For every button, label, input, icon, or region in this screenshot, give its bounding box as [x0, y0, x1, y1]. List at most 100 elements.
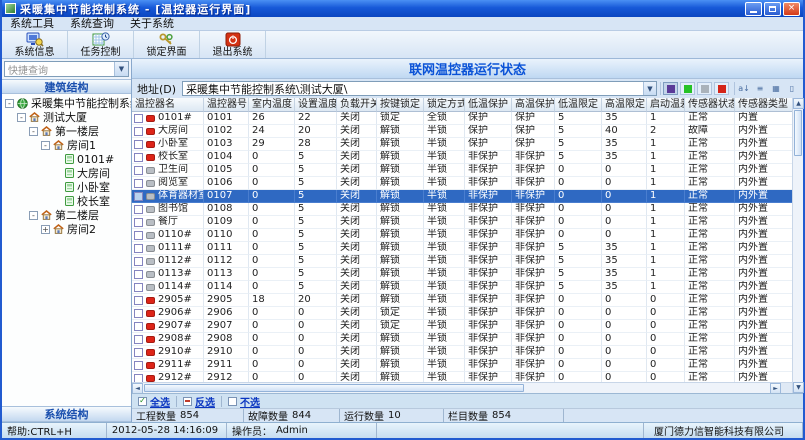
- tree-expander-icon[interactable]: -: [5, 99, 14, 108]
- minimize-button[interactable]: [745, 2, 762, 16]
- tree-expander-icon[interactable]: +: [41, 225, 50, 234]
- row-checkbox[interactable]: [134, 257, 143, 266]
- row-checkbox[interactable]: [134, 244, 143, 253]
- row-checkbox[interactable]: [134, 361, 143, 370]
- lock-screen-button[interactable]: 锁定界面: [134, 31, 200, 58]
- horizontal-scroll-thumb[interactable]: [144, 384, 524, 392]
- tree-expander-icon[interactable]: -: [41, 141, 50, 150]
- menu-item-0[interactable]: 系统工具: [2, 17, 62, 31]
- column-header-sensortype[interactable]: 传感器类型: [735, 98, 793, 112]
- filter-fault-button[interactable]: [714, 82, 729, 95]
- row-checkbox[interactable]: [134, 179, 143, 188]
- table-row[interactable]: 2910#291000关闭解锁半锁非保护非保护000正常内外置: [132, 346, 792, 359]
- row-checkbox[interactable]: [134, 127, 143, 136]
- column-header-id[interactable]: 温控器号: [204, 98, 249, 112]
- column-header-load[interactable]: 负载开关: [337, 98, 377, 112]
- system-structure-tab[interactable]: 系统结构: [2, 406, 131, 422]
- row-checkbox[interactable]: [134, 192, 143, 201]
- column-header-highlim[interactable]: 高温限定: [602, 98, 647, 112]
- column-header-highprot[interactable]: 高温保护: [512, 98, 555, 112]
- row-checkbox[interactable]: [134, 309, 143, 318]
- invert-selection-button[interactable]: 反选: [183, 394, 215, 409]
- row-checkbox[interactable]: [134, 296, 143, 305]
- tree-item[interactable]: -采暖集中节能控制系统: [2, 96, 131, 110]
- close-button[interactable]: ×: [783, 2, 800, 16]
- grid-view-icon[interactable]: ▦: [769, 82, 783, 95]
- table-row[interactable]: 校长室010405关闭解锁半锁非保护非保护5351正常内外置: [132, 151, 792, 164]
- row-checkbox[interactable]: [134, 283, 143, 292]
- tree-item[interactable]: 0101#: [2, 152, 131, 166]
- filter-off-button[interactable]: [697, 82, 712, 95]
- table-row[interactable]: 2905#29051820关闭解锁半锁非保护非保护000正常内外置: [132, 294, 792, 307]
- table-row[interactable]: 2911#291100关闭解锁半锁非保护非保护000正常内外置: [132, 359, 792, 372]
- column-header-startdiff[interactable]: 启动温差: [647, 98, 685, 112]
- system-info-button[interactable]: 系统信息: [2, 31, 68, 58]
- table-row[interactable]: 2906#290600关闭锁定半锁非保护非保护000正常内外置: [132, 307, 792, 320]
- table-row[interactable]: 0113#011305关闭解锁半锁非保护非保护5351正常内外置: [132, 268, 792, 281]
- table-row[interactable]: 阅览室010605关闭解锁半锁非保护非保护001正常内外置: [132, 177, 792, 190]
- exit-system-button[interactable]: 退出系统: [200, 31, 266, 58]
- scroll-up-icon[interactable]: ▲: [793, 98, 804, 109]
- table-row[interactable]: 2907#290700关闭锁定半锁非保护非保护000正常内外置: [132, 320, 792, 333]
- tree-expander-icon[interactable]: -: [17, 113, 26, 122]
- row-checkbox[interactable]: [134, 270, 143, 279]
- row-checkbox[interactable]: [134, 153, 143, 162]
- menu-item-1[interactable]: 系统查询: [62, 17, 122, 31]
- tree-item[interactable]: -房间1: [2, 138, 131, 152]
- column-header-indoor[interactable]: 室内温度: [249, 98, 295, 112]
- column-header-sensorstat[interactable]: 传感器状态: [685, 98, 735, 112]
- vertical-scrollbar[interactable]: ▲ ▼: [792, 98, 803, 393]
- column-header-set[interactable]: 设置温度: [295, 98, 337, 112]
- horizontal-scrollbar[interactable]: ◄ ►: [132, 382, 792, 393]
- list-view-icon[interactable]: ≡: [753, 82, 767, 95]
- delete-icon[interactable]: ▯: [785, 82, 799, 95]
- table-row[interactable]: 餐厅010905关闭解锁半锁非保护非保护001正常内外置: [132, 216, 792, 229]
- scroll-down-icon[interactable]: ▼: [793, 382, 804, 393]
- filter-running-button[interactable]: [680, 82, 695, 95]
- quick-query-input[interactable]: 快捷查询 ▼: [4, 61, 129, 77]
- table-row[interactable]: 2912#291200关闭解锁半锁非保护非保护000正常内外置: [132, 372, 792, 382]
- table-row[interactable]: 图书馆010805关闭解锁半锁非保护非保护001正常内外置: [132, 203, 792, 216]
- row-checkbox[interactable]: [134, 335, 143, 344]
- row-checkbox[interactable]: [134, 114, 143, 123]
- column-header-keylock[interactable]: 按键锁定: [377, 98, 424, 112]
- tree-item[interactable]: 大房间: [2, 166, 131, 180]
- tree-item[interactable]: -第二楼层: [2, 208, 131, 222]
- row-checkbox[interactable]: [134, 166, 143, 175]
- row-checkbox[interactable]: [134, 348, 143, 357]
- tree-item[interactable]: 校长室: [2, 194, 131, 208]
- column-header-lockmode[interactable]: 锁定方式: [424, 98, 465, 112]
- table-row[interactable]: 0110#011005关闭解锁半锁非保护非保护001正常内外置: [132, 229, 792, 242]
- row-checkbox[interactable]: [134, 205, 143, 214]
- sort-icon[interactable]: a↓: [737, 82, 751, 95]
- menu-item-2[interactable]: 关于系统: [122, 17, 182, 31]
- table-row[interactable]: 卫生间010505关闭解锁半锁非保护非保护001正常内外置: [132, 164, 792, 177]
- row-checkbox[interactable]: [134, 231, 143, 240]
- vertical-scroll-thumb[interactable]: [794, 110, 802, 156]
- row-checkbox[interactable]: [134, 218, 143, 227]
- address-input[interactable]: 采暖集中节能控制系统\测试大厦\ ▼: [182, 81, 657, 96]
- restore-button[interactable]: [764, 2, 781, 16]
- row-checkbox[interactable]: [134, 322, 143, 331]
- tree-expander-icon[interactable]: -: [29, 127, 38, 136]
- tree-expander-icon[interactable]: -: [29, 211, 38, 220]
- table-row[interactable]: 0101#01012622关闭锁定全锁保护保护5351正常内置: [132, 112, 792, 125]
- row-checkbox[interactable]: [134, 140, 143, 149]
- select-all-button[interactable]: ✓ 全选: [138, 394, 170, 409]
- select-none-button[interactable]: 不选: [228, 394, 260, 409]
- quick-query-dropdown-icon[interactable]: ▼: [114, 62, 128, 76]
- table-row[interactable]: 体育器材室010705关闭解锁半锁非保护非保护001正常内外置: [132, 190, 792, 203]
- table-row[interactable]: 大房间01022420关闭解锁半锁保护保护5402故障内外置: [132, 125, 792, 138]
- tree-item[interactable]: 小卧室: [2, 180, 131, 194]
- tree-item[interactable]: +房间2: [2, 222, 131, 236]
- column-header-lowprot[interactable]: 低温保护: [465, 98, 512, 112]
- table-row[interactable]: 2908#290800关闭解锁半锁非保护非保护000正常内外置: [132, 333, 792, 346]
- table-row[interactable]: 0111#011105关闭解锁半锁非保护非保护5351正常内外置: [132, 242, 792, 255]
- filter-all-button[interactable]: [663, 82, 678, 95]
- table-row[interactable]: 0114#011405关闭解锁半锁非保护非保护5351正常内外置: [132, 281, 792, 294]
- column-header-lowlim[interactable]: 低温限定: [555, 98, 602, 112]
- tree-item[interactable]: -测试大厦: [2, 110, 131, 124]
- table-row[interactable]: 小卧室01032928关闭解锁半锁保护保护5351正常内外置: [132, 138, 792, 151]
- row-checkbox[interactable]: [134, 374, 143, 383]
- tree-item[interactable]: -第一楼层: [2, 124, 131, 138]
